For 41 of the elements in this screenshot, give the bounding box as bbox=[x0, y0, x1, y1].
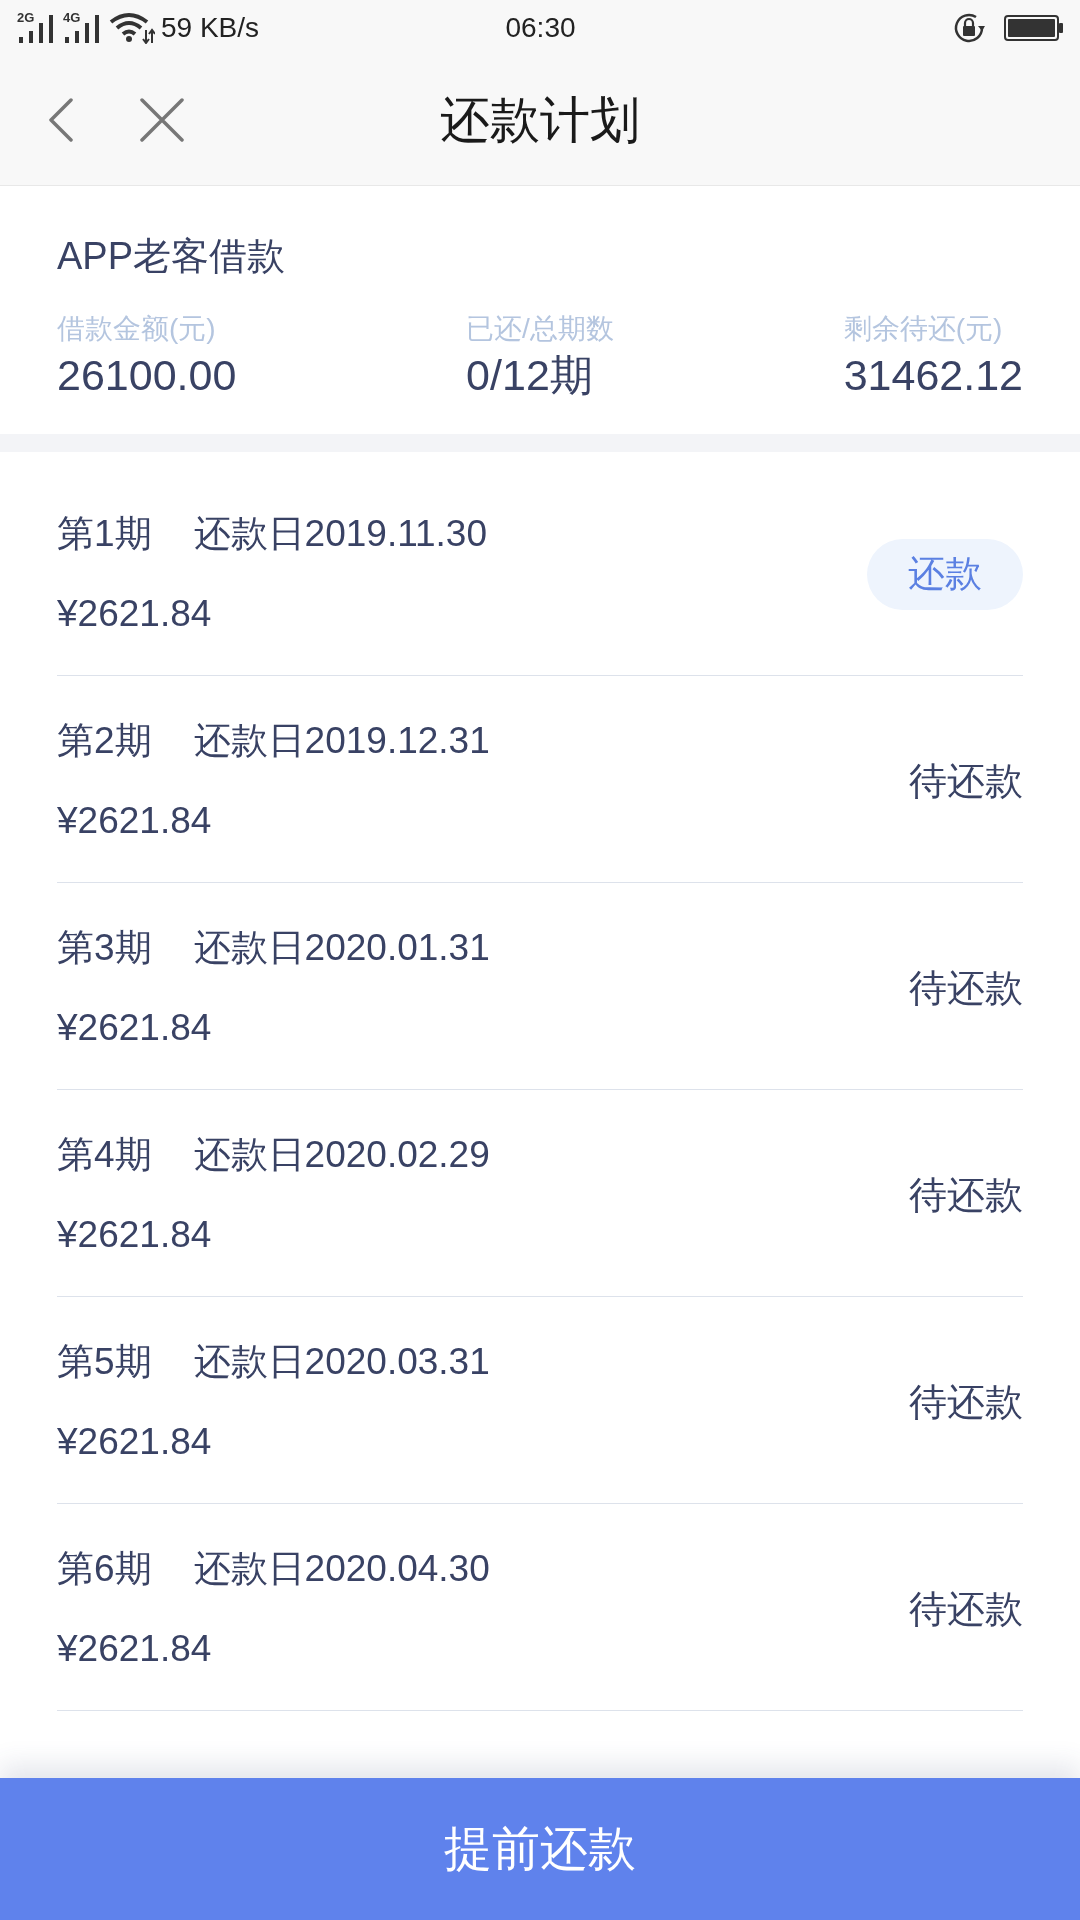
status-label: 待还款 bbox=[909, 966, 1023, 1011]
due-date: 还款日2020.04.30 bbox=[193, 1547, 490, 1591]
installment-period: 第5期 bbox=[57, 1340, 152, 1384]
status-label: 待还款 bbox=[909, 759, 1023, 804]
stat-value: 26100.00 bbox=[57, 350, 237, 401]
stat-value: 0/12期 bbox=[466, 350, 593, 401]
close-icon bbox=[140, 98, 184, 142]
due-date: 还款日2019.11.30 bbox=[193, 512, 487, 556]
installment-period: 第3期 bbox=[57, 926, 152, 970]
installment-period: 第4期 bbox=[57, 1133, 152, 1177]
due-date: 还款日2020.03.31 bbox=[193, 1340, 490, 1384]
installment-amount: ¥2621.84 bbox=[57, 1420, 212, 1464]
status-label: 待还款 bbox=[909, 1173, 1023, 1218]
wifi-icon bbox=[109, 11, 155, 44]
page-title: 还款计划 bbox=[440, 91, 640, 150]
installment-amount: ¥2621.84 bbox=[57, 1213, 212, 1257]
prepay-button[interactable]: 提前还款 bbox=[0, 1778, 1080, 1920]
clock-time: 06:30 bbox=[505, 10, 576, 45]
due-date: 还款日2020.02.29 bbox=[193, 1133, 490, 1177]
back-icon bbox=[48, 98, 74, 142]
network-type-label: 2G bbox=[17, 10, 35, 24]
stat-label: 已还/总期数 bbox=[466, 312, 614, 346]
stat-label: 借款金额(元) bbox=[57, 312, 216, 346]
installment-amount: ¥2621.84 bbox=[57, 799, 212, 843]
network-speed: 59 KB/s bbox=[161, 10, 260, 45]
due-date: 还款日2020.01.31 bbox=[193, 926, 490, 970]
battery-icon bbox=[1004, 14, 1064, 41]
due-date: 还款日2019.12.31 bbox=[193, 719, 490, 763]
installment-amount: ¥2621.84 bbox=[57, 1006, 212, 1050]
loan-product-name: APP老客借款 bbox=[57, 234, 286, 279]
installment-period: 第2期 bbox=[57, 719, 152, 763]
status-label: 待还款 bbox=[909, 1380, 1023, 1425]
installment-period: 第1期 bbox=[57, 512, 152, 556]
installment-amount: ¥2621.84 bbox=[57, 1627, 212, 1671]
stat-label: 剩余待还(元) bbox=[843, 312, 1003, 346]
installment-period: 第6期 bbox=[57, 1547, 152, 1591]
network-type-label: 4G bbox=[63, 10, 81, 24]
status-label: 待还款 bbox=[909, 1587, 1023, 1632]
installment-amount: ¥2621.84 bbox=[57, 592, 212, 636]
stat-value: 31462.12 bbox=[843, 350, 1023, 401]
repay-button[interactable]: 还款 bbox=[867, 538, 1023, 610]
